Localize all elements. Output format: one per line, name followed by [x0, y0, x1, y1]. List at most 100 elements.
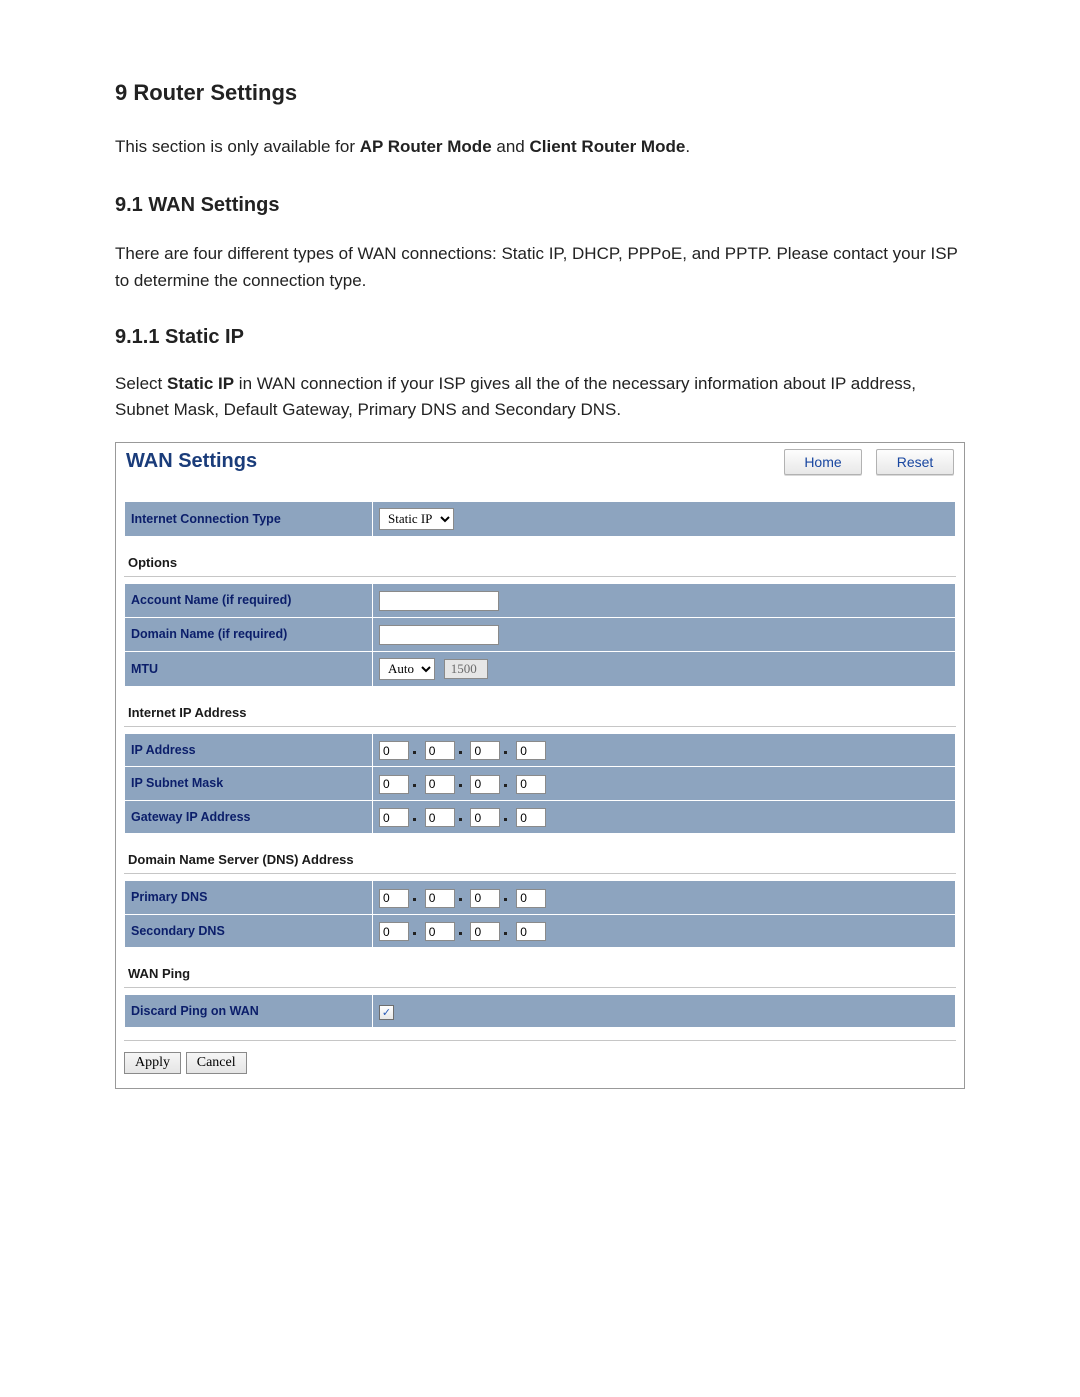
section-dns: Domain Name Server (DNS) Address — [124, 834, 956, 874]
subnet-cell — [373, 767, 956, 801]
ip-octet-3[interactable] — [470, 741, 500, 760]
dot-icon — [504, 818, 507, 821]
secondary-dns-octet-2[interactable] — [425, 922, 455, 941]
primary-dns-octet-2[interactable] — [425, 889, 455, 908]
connection-type-table: Internet Connection Type Static IP — [124, 501, 956, 537]
text: and — [492, 137, 530, 156]
connection-type-select[interactable]: Static IP — [379, 508, 454, 530]
footer-buttons: Apply Cancel — [124, 1040, 956, 1074]
ip-address-cell — [373, 733, 956, 767]
gateway-octet-3[interactable] — [470, 808, 500, 827]
secondary-dns-octet-3[interactable] — [470, 922, 500, 941]
secondary-dns-label: Secondary DNS — [125, 914, 373, 948]
ip-table: IP Address IP Subnet Mask Gatewa — [124, 733, 956, 835]
dot-icon — [459, 751, 462, 754]
account-name-input[interactable] — [379, 591, 499, 611]
primary-dns-octet-4[interactable] — [516, 889, 546, 908]
dot-icon — [413, 784, 416, 787]
subnet-octet-3[interactable] — [470, 775, 500, 794]
bold-client-router-mode: Client Router Mode — [529, 137, 685, 156]
account-name-cell — [373, 583, 956, 617]
section-wan-ping: WAN Ping — [124, 948, 956, 988]
text: This section is only available for — [115, 137, 360, 156]
primary-dns-octet-3[interactable] — [470, 889, 500, 908]
gateway-octet-2[interactable] — [425, 808, 455, 827]
table-row: Gateway IP Address — [125, 800, 956, 834]
dot-icon — [504, 751, 507, 754]
bold-ap-router-mode: AP Router Mode — [360, 137, 492, 156]
table-row: Domain Name (if required) — [125, 617, 956, 651]
secondary-dns-cell — [373, 914, 956, 948]
mtu-cell: Auto 1500 — [373, 651, 956, 686]
intro-paragraph-2: There are four different types of WAN co… — [115, 241, 965, 294]
dot-icon — [459, 818, 462, 821]
section-options: Options — [124, 537, 956, 577]
discard-ping-cell: ✓ — [373, 995, 956, 1028]
discard-ping-label: Discard Ping on WAN — [125, 995, 373, 1028]
primary-dns-octet-1[interactable] — [379, 889, 409, 908]
primary-dns-cell — [373, 881, 956, 915]
domain-name-cell — [373, 617, 956, 651]
ip-address-label: IP Address — [125, 733, 373, 767]
gateway-label: Gateway IP Address — [125, 800, 373, 834]
ip-octet-4[interactable] — [516, 741, 546, 760]
mtu-label: MTU — [125, 651, 373, 686]
dns-table: Primary DNS Secondary DNS — [124, 880, 956, 948]
gateway-octet-4[interactable] — [516, 808, 546, 827]
subnet-octet-4[interactable] — [516, 775, 546, 794]
dot-icon — [413, 932, 416, 935]
text: in WAN connection if your ISP gives all … — [115, 374, 916, 419]
options-table: Account Name (if required) Domain Name (… — [124, 583, 956, 687]
reset-button[interactable]: Reset — [876, 449, 954, 475]
bold-static-ip: Static IP — [167, 374, 234, 393]
dot-icon — [459, 784, 462, 787]
ip-octet-2[interactable] — [425, 741, 455, 760]
gateway-octet-1[interactable] — [379, 808, 409, 827]
mtu-mode-select[interactable]: Auto — [379, 658, 435, 680]
text: Select — [115, 374, 167, 393]
dot-icon — [459, 932, 462, 935]
subnet-octet-2[interactable] — [425, 775, 455, 794]
primary-dns-label: Primary DNS — [125, 881, 373, 915]
dot-icon — [504, 932, 507, 935]
table-row: Internet Connection Type Static IP — [125, 501, 956, 536]
gateway-cell — [373, 800, 956, 834]
table-row: Primary DNS — [125, 881, 956, 915]
account-name-label: Account Name (if required) — [125, 583, 373, 617]
text: . — [685, 137, 690, 156]
table-row: MTU Auto 1500 — [125, 651, 956, 686]
connection-type-cell: Static IP — [373, 501, 956, 536]
table-row: Secondary DNS — [125, 914, 956, 948]
heading-static-ip: 9.1.1 Static IP — [115, 326, 965, 349]
heading-router-settings: 9 Router Settings — [115, 80, 965, 106]
domain-name-label: Domain Name (if required) — [125, 617, 373, 651]
cancel-button[interactable]: Cancel — [186, 1052, 247, 1074]
dot-icon — [413, 751, 416, 754]
table-row: IP Address — [125, 733, 956, 767]
domain-name-input[interactable] — [379, 625, 499, 645]
dot-icon — [413, 898, 416, 901]
secondary-dns-octet-4[interactable] — [516, 922, 546, 941]
table-row: IP Subnet Mask — [125, 767, 956, 801]
dot-icon — [504, 784, 507, 787]
panel-header: WAN Settings Home Reset — [116, 443, 964, 483]
intro-paragraph-1: This section is only available for AP Ro… — [115, 134, 965, 160]
subnet-label: IP Subnet Mask — [125, 767, 373, 801]
panel-body: Internet Connection Type Static IP Optio… — [116, 483, 964, 1089]
dot-icon — [459, 898, 462, 901]
table-row: Discard Ping on WAN ✓ — [125, 995, 956, 1028]
apply-button[interactable]: Apply — [124, 1052, 181, 1074]
mtu-value: 1500 — [444, 659, 488, 679]
header-buttons: Home Reset — [784, 449, 954, 475]
home-button[interactable]: Home — [784, 449, 862, 475]
wan-ping-table: Discard Ping on WAN ✓ — [124, 994, 956, 1028]
wan-settings-panel: WAN Settings Home Reset Internet Connect… — [115, 442, 965, 1090]
heading-wan-settings: 9.1 WAN Settings — [115, 194, 965, 217]
subnet-octet-1[interactable] — [379, 775, 409, 794]
dot-icon — [413, 818, 416, 821]
discard-ping-checkbox[interactable]: ✓ — [379, 1005, 394, 1020]
secondary-dns-octet-1[interactable] — [379, 922, 409, 941]
panel-title: WAN Settings — [126, 450, 257, 473]
ip-octet-1[interactable] — [379, 741, 409, 760]
connection-type-label: Internet Connection Type — [125, 501, 373, 536]
